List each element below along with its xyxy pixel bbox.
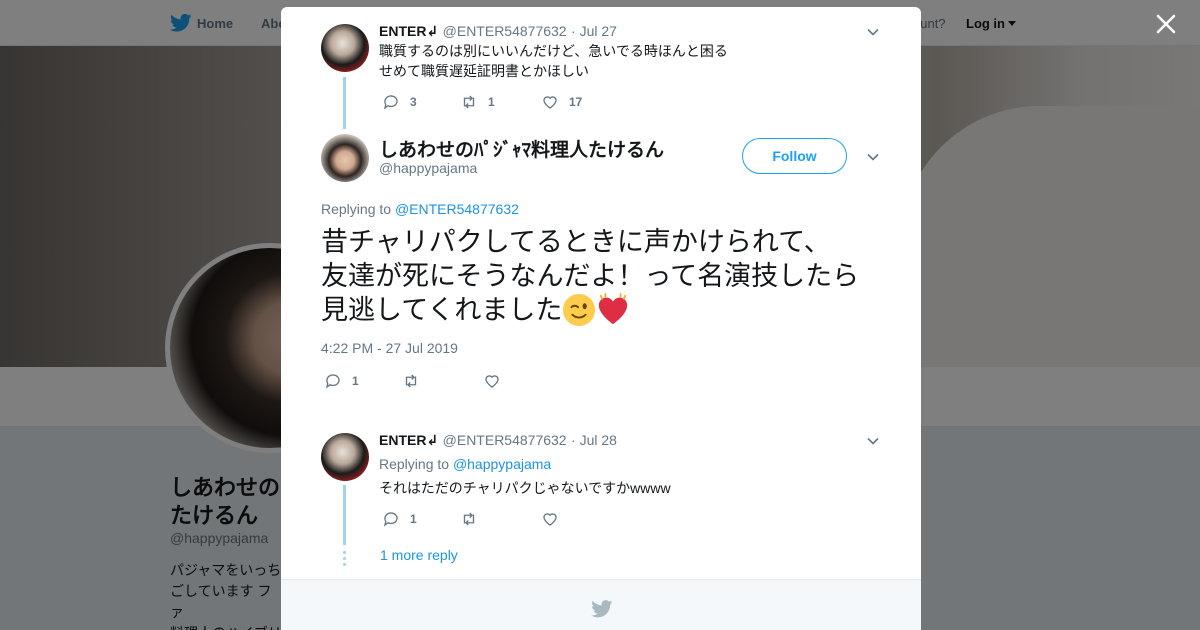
tweet-header: ENTER↲ @ENTER54877632 · Jul 27 [379, 23, 617, 41]
retweet-count: 1 [488, 95, 495, 109]
thread-line [343, 485, 346, 545]
close-icon[interactable] [1155, 13, 1177, 35]
avatar[interactable] [321, 24, 369, 72]
tweet-text-line: 職質するのは別にいいんだけど、急いでる時ほんと困る [379, 43, 728, 59]
tweet-text-line: せめて職質遅延証明書とかほしい [379, 63, 589, 79]
chevron-down-icon[interactable] [867, 28, 879, 36]
author-handle[interactable]: @ENTER54877632 [443, 432, 567, 448]
reply-count: 3 [410, 95, 417, 109]
retweet-icon [405, 374, 417, 388]
modal-footer [281, 579, 921, 630]
retweet-button[interactable] [460, 510, 488, 528]
retweet-button[interactable]: 1 [460, 93, 495, 111]
main-author-name[interactable]: しあわせのﾊﾟｼﾞｬﾏ料理人たけるん [379, 135, 664, 162]
chevron-down-icon[interactable] [867, 153, 879, 161]
tweet-timestamp[interactable]: 4:22 PM - 27 Jul 2019 [321, 340, 458, 356]
avatar[interactable] [321, 134, 369, 182]
reply-button[interactable]: 1 [324, 372, 359, 390]
tweet-text: 職質するのは別にいいんだけど、急いでる時ほんと困る せめて職質遅延証明書とかほし… [379, 41, 879, 81]
avatar[interactable] [321, 433, 369, 481]
author-name[interactable]: ENTER↲ [379, 432, 438, 448]
reply-count: 1 [352, 374, 359, 388]
replying-to-prefix: Replying to [379, 456, 450, 472]
tweet-text-line: 見逃してくれました [321, 295, 563, 325]
like-button[interactable]: 17 [541, 93, 582, 111]
retweet-icon [463, 512, 475, 526]
tweet-text-line: 昔チャリパクしてるときに声かけられて、 [321, 227, 831, 257]
reply-count: 1 [410, 512, 417, 526]
thread-dots [343, 551, 346, 569]
replying-to-prefix: Replying to [321, 201, 392, 217]
replying-to: Replying to @happypajama [379, 456, 551, 472]
heart-icon [543, 513, 557, 526]
like-button[interactable] [541, 510, 569, 528]
reply-icon [383, 95, 398, 110]
chevron-down-icon[interactable] [867, 437, 879, 445]
tweet-header: ENTER↲ @ENTER54877632 · Jul 28 [379, 432, 617, 450]
replying-to-link[interactable]: @happypajama [453, 456, 551, 472]
tweet-date[interactable]: · Jul 27 [571, 23, 617, 39]
more-replies-link[interactable]: 1 more reply [380, 547, 458, 563]
replying-to-link[interactable]: @ENTER54877632 [395, 201, 519, 217]
retweet-button[interactable] [402, 372, 430, 390]
twitter-bird-icon [591, 600, 613, 618]
tweet-text-last-line: 見逃してくれました [321, 293, 891, 327]
like-button[interactable] [483, 372, 511, 390]
main-tweet-text: 昔チャリパクしてるときに声かけられて、 友達が死にそうなんだよ！って名演技したら… [321, 225, 891, 327]
tweet-date[interactable]: · Jul 28 [571, 432, 617, 448]
sparkling-heart-emoji-icon [599, 293, 628, 325]
main-author-handle[interactable]: @happypajama [379, 160, 477, 176]
replying-to: Replying to @ENTER54877632 [321, 201, 519, 217]
tweet-modal: ENTER↲ @ENTER54877632 · Jul 27 職質するのは別にい… [281, 7, 921, 630]
reply-icon [383, 512, 398, 527]
wink-emoji-icon [563, 293, 596, 327]
tweet-text-line: 友達が死にそうなんだよ！って名演技したら [321, 261, 860, 291]
author-name[interactable]: ENTER↲ [379, 23, 438, 39]
retweet-icon [463, 95, 475, 109]
heart-icon [485, 375, 499, 388]
heart-icon [543, 96, 557, 109]
reply-button[interactable]: 3 [382, 93, 417, 111]
like-count: 17 [569, 95, 583, 109]
follow-button[interactable]: Follow [742, 138, 847, 174]
thread-line [343, 77, 346, 129]
reply-button[interactable]: 1 [382, 510, 417, 528]
tweet-text: それはただのチャリパクじゃないですかwwww [379, 480, 671, 496]
reply-icon [325, 374, 340, 389]
author-handle[interactable]: @ENTER54877632 [443, 23, 567, 39]
